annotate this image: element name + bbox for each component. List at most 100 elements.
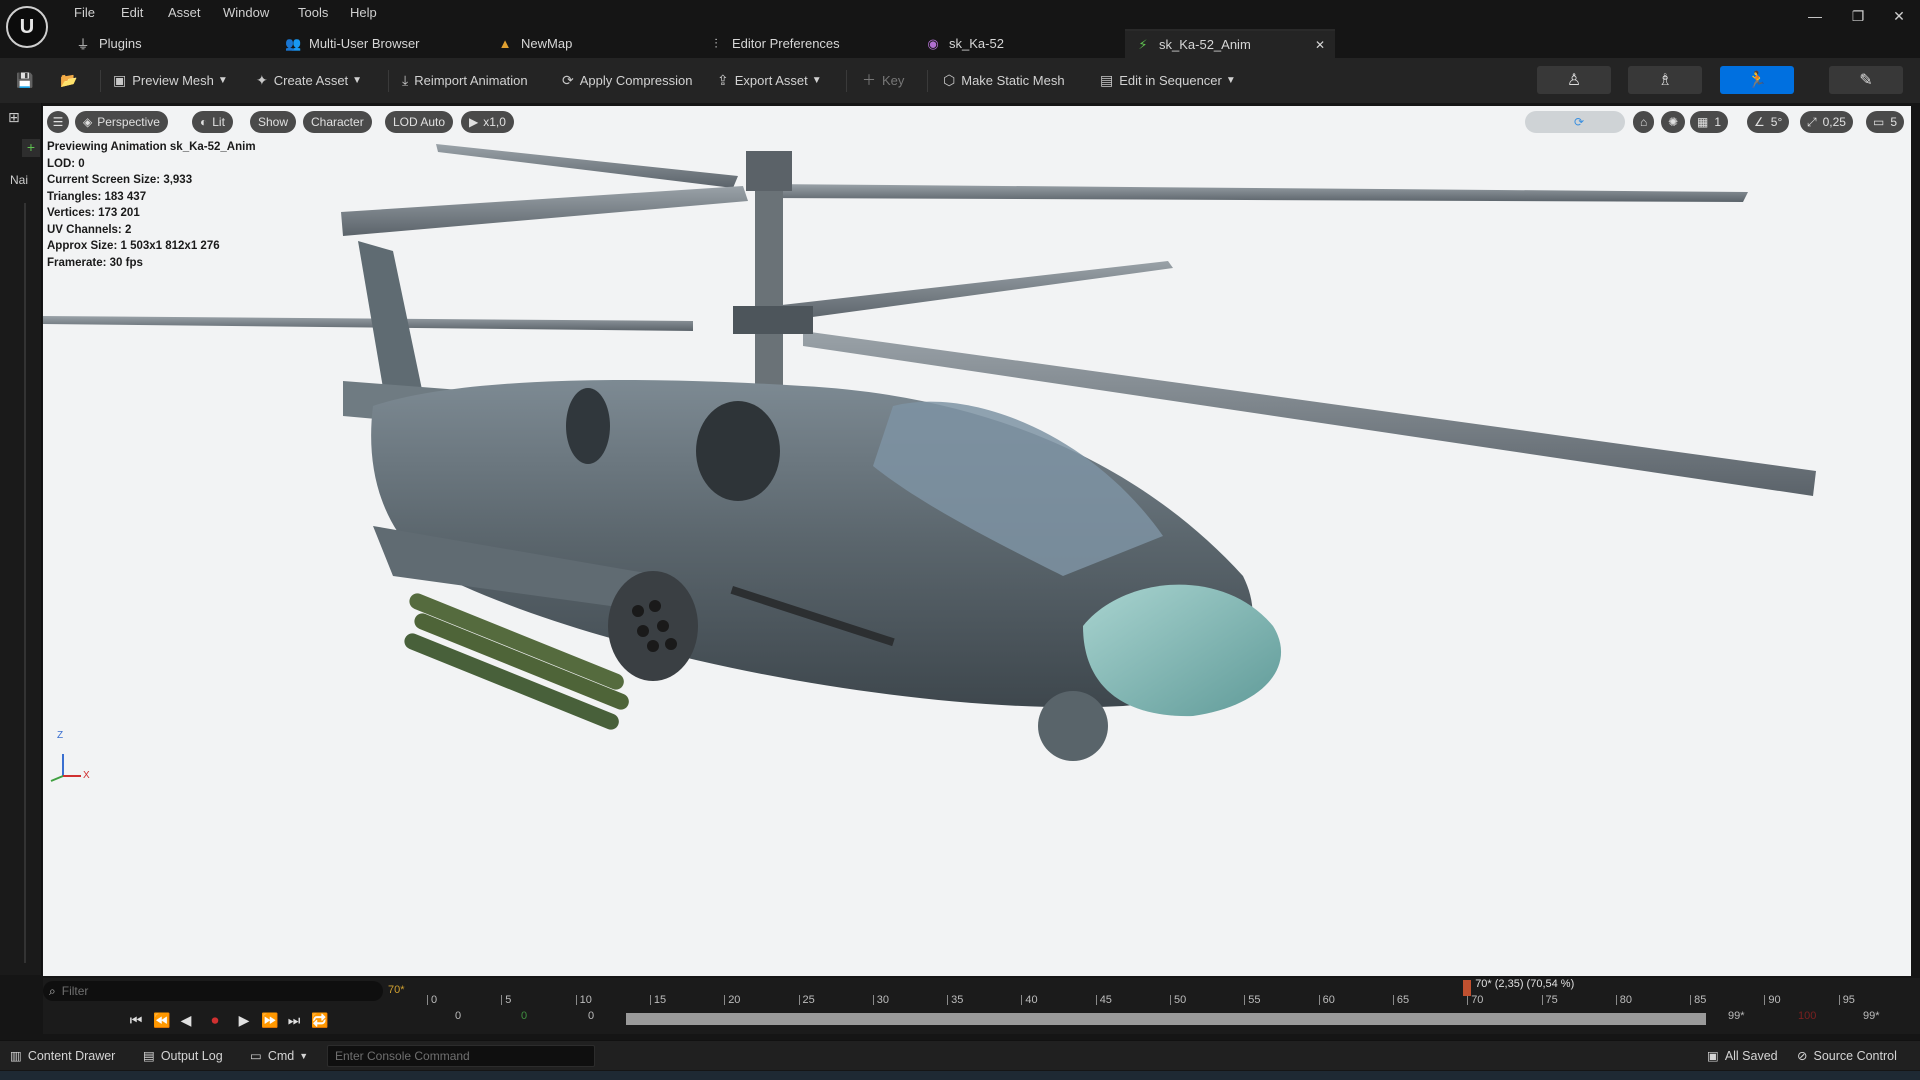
play-icon[interactable]: ▶	[234, 1010, 254, 1030]
tick-line	[1764, 995, 1766, 1005]
tick-label: 40	[1025, 994, 1038, 1006]
tab-multi-user-browser[interactable]: 👥 Multi-User Browser	[275, 29, 475, 58]
tab-sk-ka-52-anim[interactable]: ⚡ sk_Ka-52_Anim ✕	[1125, 29, 1335, 58]
tick-line	[724, 995, 726, 1005]
range-start-value[interactable]: 0	[588, 1010, 594, 1022]
reimport-animation-button[interactable]: ⤓ Reimport Animation	[402, 68, 528, 92]
button-label: Cmd	[267, 1048, 295, 1063]
tab-newmap[interactable]: ▲ NewMap	[487, 29, 687, 58]
skip-to-start-icon[interactable]: ⏮	[126, 1010, 146, 1030]
range-start-value[interactable]: 0	[521, 1010, 527, 1022]
step-back-icon[interactable]: ⏪	[152, 1010, 172, 1030]
tick-label: 35	[951, 994, 964, 1006]
restore-icon[interactable]: ❐	[1843, 8, 1873, 28]
menu-edit[interactable]: Edit	[115, 3, 149, 22]
mesh-mode-button[interactable]: ♗	[1628, 66, 1702, 94]
physics-mode-button[interactable]: ✎	[1829, 66, 1903, 94]
add-icon[interactable]: +	[22, 139, 40, 157]
browse-icon[interactable]: 📂	[60, 68, 83, 92]
make-static-mesh-button[interactable]: ⬡ Make Static Mesh	[943, 68, 1065, 92]
step-forward-icon[interactable]: ⏩	[260, 1010, 280, 1030]
chevron-down-icon: ▼	[811, 74, 822, 86]
tick-line	[575, 995, 577, 1005]
title-bar: U File Edit Asset Window Tools Help — ❐ …	[0, 0, 1920, 58]
toolbar-divider	[927, 70, 928, 92]
play-reverse-icon[interactable]: ◀	[176, 1010, 196, 1030]
button-label: Export Asset	[734, 72, 808, 88]
rotor-blade	[763, 184, 1748, 202]
tab-plugins[interactable]: ⏚ Plugins	[65, 29, 265, 58]
tick-label: 85	[1694, 994, 1707, 1006]
logo-letter: U	[19, 15, 35, 38]
preview-viewport[interactable]: ☰ ◈ Perspective ◐ Lit Show Character LOD A…	[43, 106, 1911, 976]
drawer-icon: ▥	[10, 1049, 22, 1063]
tab-editor-preferences[interactable]: ⫶ Editor Preferences	[698, 29, 908, 58]
users-icon: 👥	[285, 35, 302, 51]
minimize-icon[interactable]: —	[1800, 8, 1830, 28]
tick-label: 45	[1099, 994, 1112, 1006]
close-window-icon[interactable]: ✕	[1884, 8, 1914, 28]
menu-help[interactable]: Help	[344, 3, 383, 22]
tick-label: 5	[505, 994, 512, 1006]
chevron-down-icon: ▼	[352, 74, 363, 86]
sequencer-icon: ▤	[1100, 71, 1114, 88]
menu-window[interactable]: Window	[217, 3, 275, 22]
running-figure-icon: 🏃	[1747, 72, 1767, 89]
tick-line	[1318, 995, 1320, 1005]
record-icon[interactable]: ⏺	[205, 1010, 225, 1030]
playhead-marker[interactable]	[1463, 980, 1472, 996]
button-label: Output Log	[160, 1048, 223, 1063]
skip-to-end-icon[interactable]: ⏭	[284, 1010, 304, 1030]
button-label: Reimport Animation	[414, 72, 528, 88]
tree-icon[interactable]: ⊞	[8, 109, 20, 126]
menu-tools[interactable]: Tools	[292, 3, 334, 22]
menu-asset[interactable]: Asset	[162, 3, 207, 22]
rotor-blade	[341, 186, 748, 236]
chevron-down-icon: ▼	[299, 1050, 309, 1061]
output-log-button[interactable]: ▤ Output Log	[143, 1048, 223, 1064]
cmd-dropdown[interactable]: ▭ Cmd ▼	[250, 1048, 309, 1064]
log-icon: ▤	[143, 1049, 155, 1063]
create-icon: ✦	[256, 71, 268, 88]
close-tab-icon[interactable]: ✕	[1315, 38, 1325, 52]
apply-compression-button[interactable]: ⟳ Apply Compression	[562, 68, 692, 92]
all-saved-button[interactable]: ▣ All Saved	[1707, 1048, 1778, 1064]
source-control-button[interactable]: ⊘ Source Control	[1797, 1048, 1897, 1064]
taskbar-strip	[0, 1071, 1920, 1080]
export-asset-button[interactable]: ⇪ Export Asset ▼	[717, 68, 822, 92]
timeline-filter-input[interactable]: ⌕ Filter	[43, 981, 383, 1001]
tick-label: 70	[1471, 994, 1484, 1006]
edit-in-sequencer-button[interactable]: ▤ Edit in Sequencer ▼	[1100, 68, 1236, 92]
tab-sk-ka-52[interactable]: ◉ sk_Ka-52	[915, 29, 1120, 58]
helicopter-model	[43, 144, 1816, 782]
unreal-logo[interactable]: U	[6, 6, 48, 48]
range-end-value[interactable]: 99*	[1728, 1010, 1745, 1022]
tab-label: Multi-User Browser	[309, 36, 420, 51]
preview-mesh-button[interactable]: ▣ Preview Mesh ▼	[113, 68, 228, 92]
timeline-scrubber[interactable]	[626, 1013, 1706, 1025]
content-drawer-button[interactable]: ▥ Content Drawer	[10, 1048, 115, 1064]
terminal-icon: ▭	[250, 1049, 262, 1063]
animation-mode-button[interactable]: 🏃	[1720, 66, 1794, 94]
save-icon[interactable]: 💾	[16, 68, 39, 92]
rocket-pod	[608, 571, 698, 681]
range-end-value[interactable]: 100	[1798, 1010, 1816, 1022]
button-label: Apply Compression	[579, 72, 693, 88]
timeline-ruler[interactable]: 0 5 10 15 20 25 30 35 40 45 50 55 60 65 70 75 80 85 90 95 7…	[423, 978, 1920, 1006]
tick-line	[1095, 995, 1097, 1005]
create-asset-button[interactable]: ✦ Create Asset ▼	[256, 68, 362, 92]
range-start-value[interactable]: 0	[455, 1010, 461, 1022]
button-label: Source Control	[1813, 1048, 1897, 1063]
console-command-input[interactable]: Enter Console Command	[327, 1045, 595, 1067]
key-button[interactable]: ＋ Key	[862, 68, 904, 92]
menu-file[interactable]: File	[68, 3, 101, 22]
left-panel-strip: ⊞ + Nai	[0, 103, 42, 975]
save-status-icon: ▣	[1707, 1049, 1719, 1063]
skeleton-mode-button[interactable]: ♙	[1537, 66, 1611, 94]
range-end-value[interactable]: 99*	[1863, 1010, 1880, 1022]
tick-line	[1690, 995, 1692, 1005]
axis-x-label: X	[83, 770, 90, 781]
tick-line	[1838, 995, 1840, 1005]
button-label: Create Asset	[273, 72, 349, 88]
loop-icon[interactable]: 🔁	[310, 1010, 330, 1030]
